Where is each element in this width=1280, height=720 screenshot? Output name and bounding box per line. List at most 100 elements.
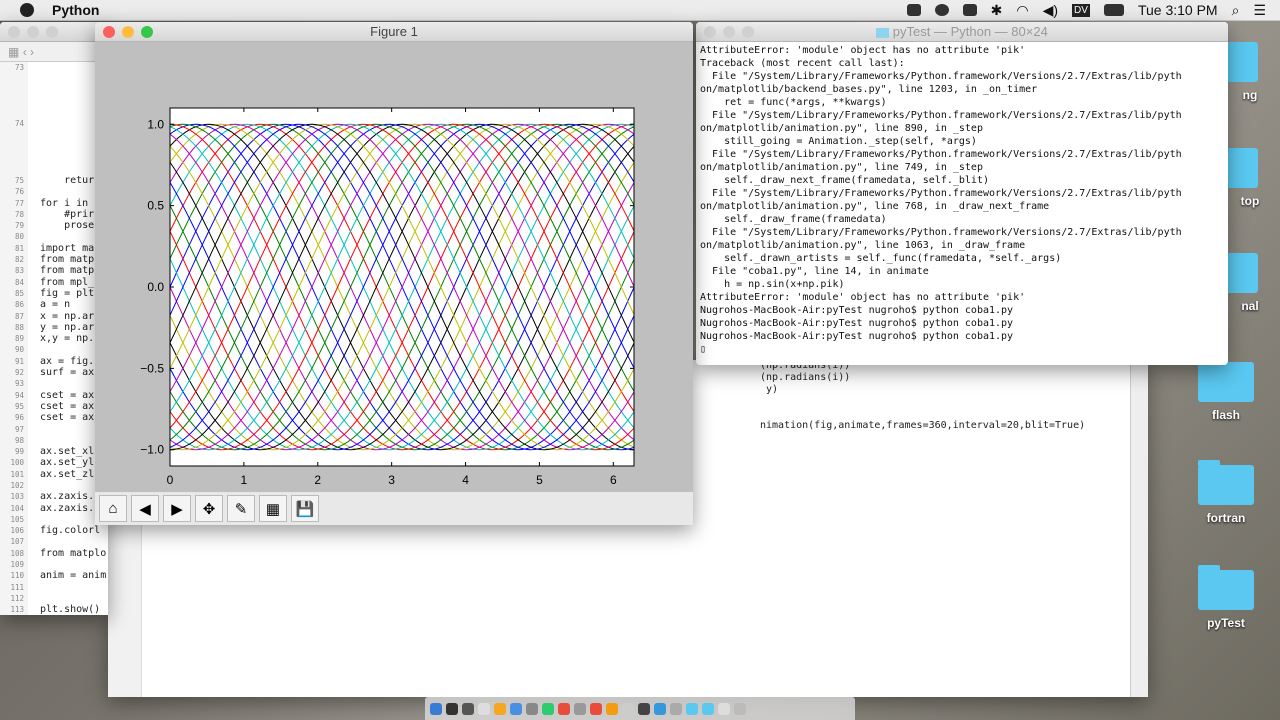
- dock-app-icon[interactable]: [718, 702, 730, 715]
- line-number: 98: [14, 435, 24, 445]
- line-number: 113: [10, 605, 24, 615]
- line-number: 89: [14, 334, 24, 344]
- save-button[interactable]: 💾: [291, 495, 319, 522]
- pan-button[interactable]: ✥: [195, 495, 223, 522]
- bluetooth-icon[interactable]: ✱: [991, 2, 1003, 19]
- line-number: [0, 85, 24, 96]
- home-button[interactable]: ⌂: [99, 495, 127, 522]
- minimize-button[interactable]: [27, 26, 39, 38]
- title-bar: pyTest — Python — 80×24: [696, 22, 1228, 42]
- dock-app-icon[interactable]: [734, 702, 746, 715]
- code-line: plt.show(): [40, 604, 101, 615]
- line-number: 100: [10, 458, 24, 468]
- x-tick-label: 4: [462, 473, 469, 487]
- line-number: [0, 130, 24, 141]
- search-icon[interactable]: ⌕: [1232, 2, 1240, 19]
- line-numbers: 73 74 75 76 77 78 79 80 81 82 83 84 85 86 87 88 89 90 91 92…: [0, 62, 28, 615]
- battery-icon[interactable]: [1103, 4, 1124, 16]
- x-tick-label: 3: [388, 473, 395, 487]
- dropbox-icon[interactable]: [962, 4, 977, 16]
- dv-icon[interactable]: DV: [1072, 3, 1090, 17]
- terminal-window[interactable]: pyTest — Python — 80×24 AttributeError: …: [696, 22, 1228, 365]
- dock-app-icon[interactable]: [638, 702, 650, 715]
- folder-icon: [1198, 357, 1254, 402]
- window-title: pyTest — Python — 80×24: [892, 24, 1048, 39]
- line-number: 78: [14, 209, 24, 219]
- dock-app-icon[interactable]: [430, 702, 442, 715]
- back-icon[interactable]: ‹: [23, 45, 27, 59]
- figure-window[interactable]: Figure 1 0 1 2 3 4 5 6 1.0 0.5 0.0 −0.5 −1.0 ⌂ ◀ ▶ ✥ ✎ ▦…: [95, 22, 693, 525]
- minimize-button[interactable]: [122, 26, 134, 38]
- code-editor-window[interactable]: ▦ ‹ › 73 74 75 76 77 78 79 80 81 82 83 84 85 86 87 88 89…: [0, 22, 108, 615]
- line-number: [0, 73, 24, 84]
- terminal-output[interactable]: AttributeError: 'module' object has no a…: [696, 42, 1228, 358]
- zoom-button[interactable]: [141, 26, 153, 38]
- dock-app-icon[interactable]: [702, 702, 714, 715]
- dock-app-icon[interactable]: [462, 702, 474, 715]
- plot-canvas[interactable]: 0 1 2 3 4 5 6 1.0 0.5 0.0 −0.5 −1.0: [95, 42, 693, 492]
- dock-app-icon[interactable]: [494, 702, 506, 715]
- dock-app-icon[interactable]: [574, 702, 586, 715]
- line-number: 88: [14, 322, 24, 332]
- forward-icon[interactable]: ›: [30, 45, 34, 59]
- minimize-button[interactable]: [723, 26, 735, 38]
- zoom-button[interactable]: [742, 26, 754, 38]
- folder-icon: [876, 27, 890, 38]
- coffee-icon[interactable]: [906, 4, 921, 16]
- zoom-button[interactable]: ✎: [227, 495, 255, 522]
- close-button[interactable]: [8, 26, 20, 38]
- back-button[interactable]: ◀: [131, 495, 159, 522]
- desktop-folder[interactable]: pyTest: [1191, 565, 1261, 630]
- line-number: [0, 141, 24, 152]
- line-number: 97: [14, 424, 24, 434]
- close-button[interactable]: [103, 26, 115, 38]
- dock-app-icon[interactable]: [606, 702, 618, 715]
- wifi-icon[interactable]: ◠: [1016, 2, 1028, 19]
- code-area[interactable]: (np.radians(i)) (np.radians(i)) y) nimatio…: [760, 360, 1085, 432]
- list-icon[interactable]: ☰: [1253, 2, 1266, 19]
- line-number: 109: [10, 560, 24, 570]
- zoom-button[interactable]: [46, 26, 58, 38]
- dock-app-icon[interactable]: [686, 702, 698, 715]
- grid-icon[interactable]: ▦: [8, 45, 19, 59]
- line-number: [0, 164, 24, 175]
- dock-app-icon[interactable]: [446, 702, 458, 715]
- forward-button[interactable]: ▶: [163, 495, 191, 522]
- menu-app-name[interactable]: Python: [52, 2, 99, 18]
- dock-app-icon[interactable]: [654, 702, 666, 715]
- clock[interactable]: Tue 3:10 PM: [1138, 2, 1218, 18]
- dock-app-icon[interactable]: [558, 702, 570, 715]
- dock-app-icon[interactable]: [542, 702, 554, 715]
- close-button[interactable]: [704, 26, 716, 38]
- scrollbar[interactable]: [1130, 360, 1148, 697]
- line-number: 73: [14, 63, 24, 72]
- y-tick-label: 1.0: [147, 117, 164, 131]
- desktop-folder[interactable]: flash: [1191, 357, 1261, 422]
- volume-icon[interactable]: ◀): [1043, 2, 1058, 19]
- dock-app-icon[interactable]: [670, 702, 682, 715]
- code-line: fig.colorl: [40, 525, 101, 537]
- apple-icon[interactable]: [20, 3, 34, 17]
- line-number: 104: [10, 503, 24, 513]
- y-tick-label: −1.0: [140, 443, 164, 457]
- line-number: 85: [14, 288, 24, 298]
- dock-app-icon[interactable]: [478, 702, 490, 715]
- status-area: ✱ ◠ ◀) DV Tue 3:10 PM ⌕ ☰: [906, 2, 1266, 19]
- subplots-button[interactable]: ▦: [259, 495, 287, 522]
- x-tick-label: 2: [314, 473, 321, 487]
- line-number: 111: [10, 582, 24, 592]
- line-number: 87: [14, 311, 24, 321]
- line-number: 77: [14, 198, 24, 208]
- record-icon[interactable]: [934, 4, 949, 16]
- folder-icon: [1198, 565, 1254, 610]
- window-title: Figure 1: [370, 24, 418, 39]
- dock-app-icon[interactable]: [590, 702, 602, 715]
- dock-app-icon[interactable]: [510, 702, 522, 715]
- desktop-folder[interactable]: fortran: [1191, 460, 1261, 525]
- line-number: 101: [10, 469, 24, 479]
- dock-app-icon[interactable]: [526, 702, 538, 715]
- dock-app-icon[interactable]: [622, 702, 634, 715]
